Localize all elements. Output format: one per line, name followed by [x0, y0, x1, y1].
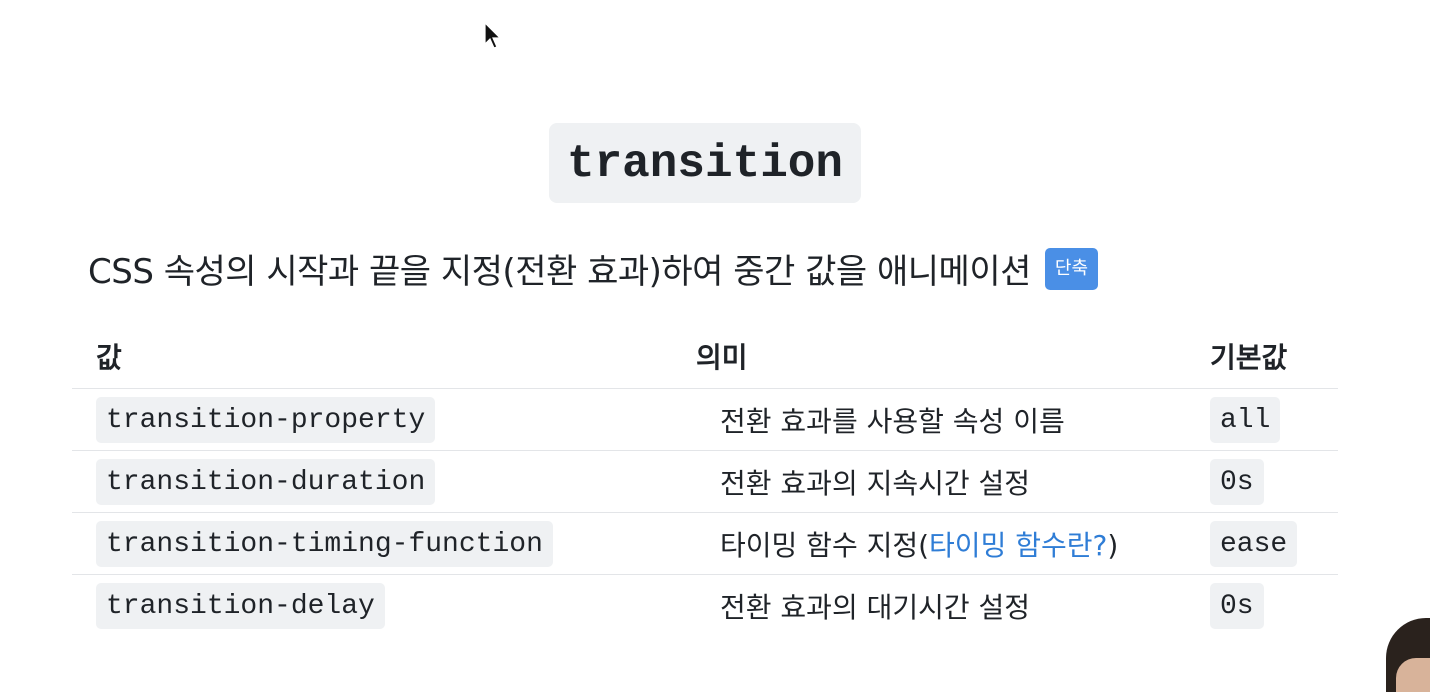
header-value: 값: [72, 322, 696, 389]
property-name: transition-duration: [96, 458, 436, 505]
cell-meaning: 전환 효과를 사용할 속성 이름: [696, 388, 1186, 451]
cell-default: ease: [1186, 512, 1338, 575]
property-name: transition-delay: [96, 582, 385, 629]
default-value: 0s: [1210, 458, 1264, 505]
meaning-suffix: ): [1107, 528, 1119, 562]
cell-value: transition-duration: [72, 450, 696, 513]
meaning-prefix: 타이밍 함수 지정(: [720, 528, 930, 562]
default-value: 0s: [1210, 582, 1264, 629]
description-text: CSS 속성의 시작과 끝을 지정(전환 효과)하여 중간 값을 애니메이션: [88, 252, 1031, 292]
table-row: transition-property 전환 효과를 사용할 속성 이름 all: [72, 388, 1338, 451]
presenter-face: [1396, 658, 1430, 692]
cell-default: 0s: [1186, 450, 1338, 513]
header-default: 기본값: [1186, 322, 1338, 389]
cell-default: 0s: [1186, 575, 1338, 637]
mouse-pointer-icon: [484, 22, 502, 49]
cell-default: all: [1186, 388, 1338, 451]
title-wrap: transition: [0, 123, 1410, 203]
cell-value: transition-timing-function: [72, 512, 696, 575]
cell-value: transition-delay: [72, 575, 696, 637]
table-row: transition-duration 전환 효과의 지속시간 설정 0s: [72, 450, 1338, 513]
default-value: all: [1210, 396, 1281, 443]
page: transition CSS 속성의 시작과 끝을 지정(전환 효과)하여 중간…: [0, 0, 1430, 692]
cell-meaning: 전환 효과의 지속시간 설정: [696, 450, 1186, 513]
cell-meaning: 타이밍 함수 지정(타이밍 함수란?): [696, 512, 1186, 575]
cell-meaning: 전환 효과의 대기시간 설정: [720, 590, 1031, 624]
cell-value: transition-property: [72, 388, 696, 451]
property-name: transition-timing-function: [96, 520, 553, 567]
table-row: transition-delay 전환 효과의 대기시간 설정 0s: [72, 575, 1338, 637]
description: CSS 속성의 시작과 끝을 지정(전환 효과)하여 중간 값을 애니메이션 단…: [88, 244, 1099, 293]
table-header-row: 값 의미 기본값: [72, 322, 1338, 389]
header-meaning: 의미: [696, 322, 1186, 389]
default-value: ease: [1210, 520, 1298, 567]
page-title: transition: [548, 123, 862, 203]
shorthand-badge: 단축: [1044, 247, 1099, 290]
timing-function-link[interactable]: 타이밍 함수란?: [929, 529, 1107, 562]
property-name: transition-property: [96, 396, 436, 443]
table-row: transition-timing-function 타이밍 함수 지정(타이밍…: [72, 512, 1338, 575]
property-table: 값 의미 기본값 transition-property 전환 효과를 사용할 …: [72, 322, 1338, 636]
presenter-webcam: [1386, 618, 1430, 692]
